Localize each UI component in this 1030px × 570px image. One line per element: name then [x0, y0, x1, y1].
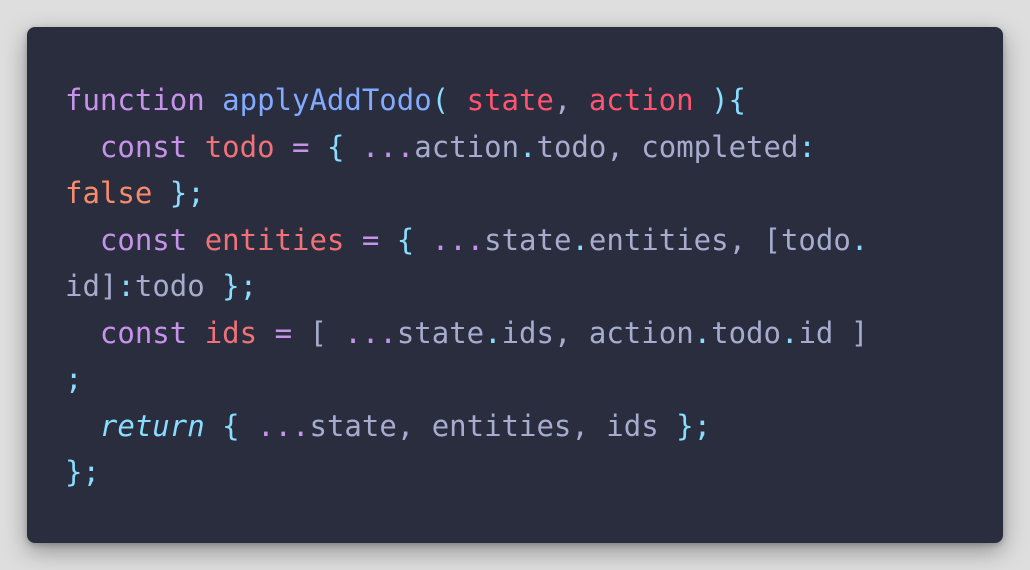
code-token: ids [204, 315, 258, 350]
code-line: const entities = { ...state.entities, [t… [65, 217, 868, 264]
code-token: false [65, 176, 153, 210]
code-token: state, entities, ids [309, 408, 677, 443]
code-token: . [693, 315, 712, 350]
code-token: todo, completed [536, 129, 799, 164]
code-token: }; [222, 269, 258, 303]
code-token: applyAddTodo [222, 83, 432, 117]
code-card: function applyAddTodo( state, action ){ … [27, 27, 1003, 543]
code-token: = [292, 129, 310, 164]
code-line: ; [65, 356, 868, 403]
code-token: ... [344, 315, 397, 350]
code-token: ... [361, 129, 415, 164]
code-token: [ [292, 315, 345, 350]
code-block: function applyAddTodo( state, action ){ … [65, 77, 868, 496]
code-token: ){ [711, 83, 746, 117]
code-token: . [850, 222, 869, 257]
code-token: entities, [todo [588, 222, 851, 257]
code-token: ... [257, 408, 310, 443]
code-line: false }; [65, 170, 868, 217]
code-line: return { ...state, entities, ids }; [65, 403, 868, 450]
code-token: , [553, 83, 589, 117]
code-token: entities [204, 222, 345, 257]
code-token: action [414, 129, 520, 164]
code-token: . [519, 129, 537, 164]
code-token: }; [65, 455, 100, 489]
code-token: id] [65, 269, 118, 303]
code-token: { [222, 408, 240, 443]
code-line: const ids = [ ...state.ids, action.todo.… [65, 310, 868, 357]
code-token: . [780, 315, 799, 350]
code-line: }; [65, 449, 868, 496]
code-token: : [798, 129, 816, 164]
code-token: ( [431, 83, 467, 117]
code-token: ids, action [501, 315, 694, 350]
code-token: id ] [798, 315, 869, 350]
code-token: todo [134, 269, 205, 303]
code-token: = [274, 315, 293, 350]
code-token: ... [431, 222, 485, 257]
code-token: { [326, 129, 345, 164]
code-line: const todo = { ...action.todo, completed… [65, 124, 868, 171]
code-token: = [361, 222, 380, 257]
code-token: return [99, 408, 205, 443]
code-token: const [99, 129, 188, 164]
code-token: . [571, 222, 589, 257]
code-token: function [65, 83, 205, 117]
code-token: todo [204, 129, 275, 164]
code-token: const [99, 222, 188, 257]
code-token: state [396, 315, 485, 350]
code-token: const [99, 315, 188, 350]
code-token: state [466, 83, 554, 117]
code-token: }; [676, 408, 712, 443]
code-token: { [396, 222, 415, 257]
code-token: }; [169, 176, 205, 210]
code-token: ; [65, 362, 83, 396]
screenshot-stage: function applyAddTodo( state, action ){ … [0, 0, 1030, 570]
code-token: state [484, 222, 572, 257]
code-token: : [117, 269, 135, 303]
code-line: id]:todo }; [65, 263, 868, 310]
code-line: function applyAddTodo( state, action ){ [65, 77, 868, 124]
code-token: action [588, 83, 694, 117]
code-token: . [484, 315, 502, 350]
code-token: todo [711, 315, 781, 350]
